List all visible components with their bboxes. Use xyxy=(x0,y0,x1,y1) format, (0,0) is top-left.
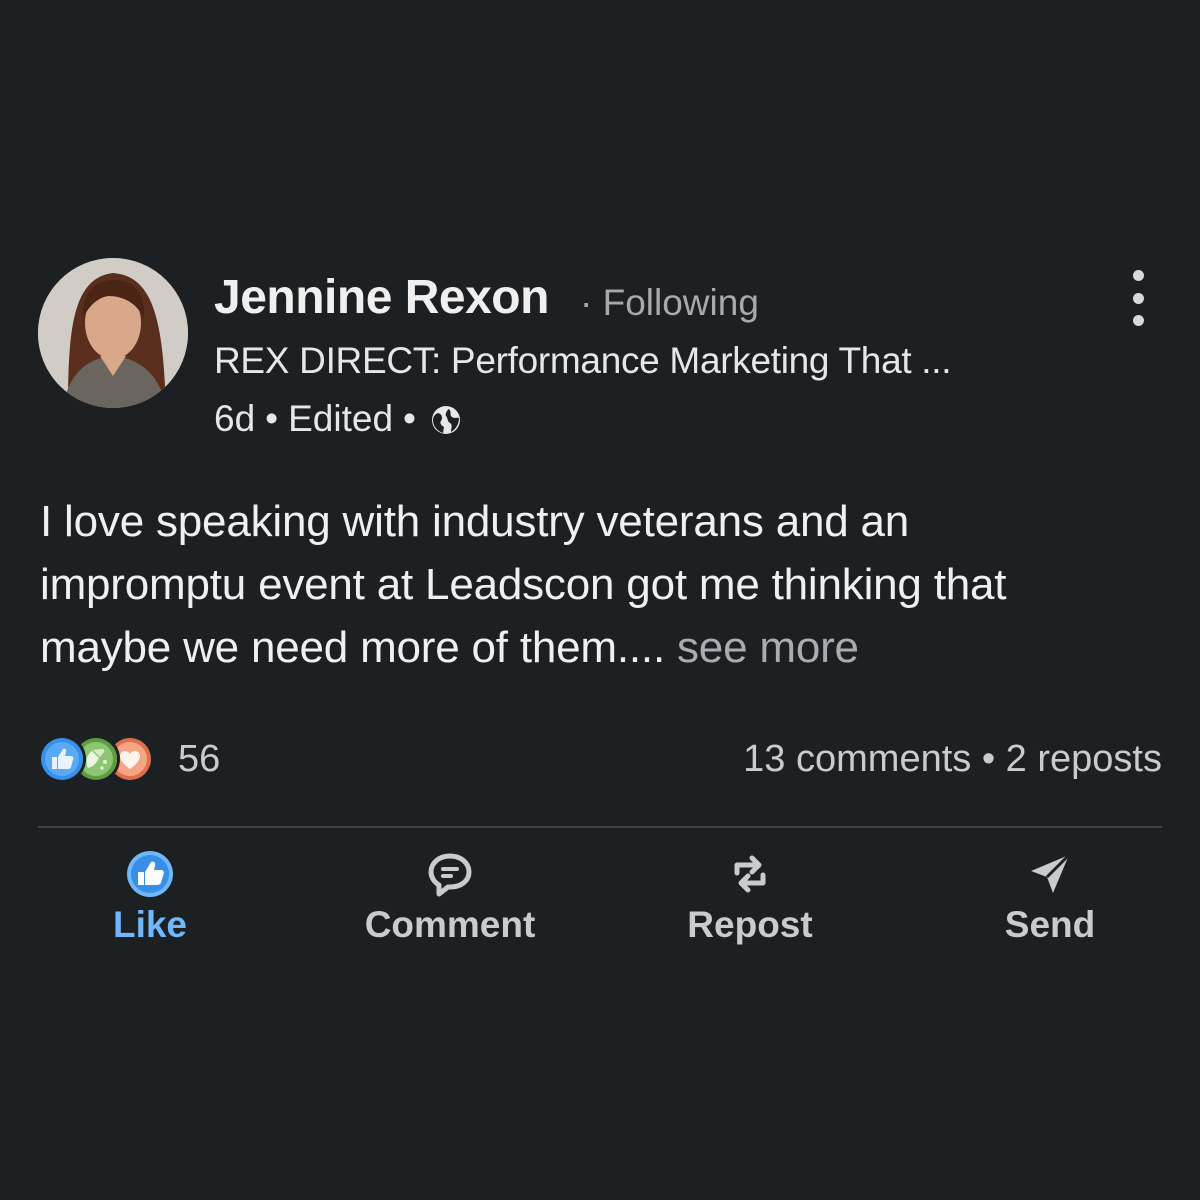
following-label: Following xyxy=(602,282,759,323)
reaction-icons[interactable] xyxy=(38,733,154,785)
post-text-line: impromptu event at Leadscon got me think… xyxy=(40,560,1007,609)
feed-post: Jennine Rexon · Following REX DIRECT: Pe… xyxy=(0,0,1200,1200)
globe-icon xyxy=(430,403,462,435)
see-more-link[interactable]: see more xyxy=(677,623,859,672)
repost-icon xyxy=(722,846,778,902)
follow-status: · Following xyxy=(580,282,759,324)
more-options-icon[interactable] xyxy=(1118,270,1158,326)
repost-button[interactable]: Repost xyxy=(630,846,870,956)
post-meta: 6d • Edited • xyxy=(214,398,462,440)
like-button[interactable]: Like xyxy=(30,846,270,956)
post-text-line: I love speaking with industry veterans a… xyxy=(40,497,910,546)
send-label: Send xyxy=(1004,904,1096,945)
repost-label: Repost xyxy=(687,904,813,945)
comment-label: Comment xyxy=(364,904,536,945)
like-icon xyxy=(122,846,178,902)
meta-separator: • xyxy=(403,398,417,439)
meta-separator: • xyxy=(265,398,279,439)
edited-label: Edited xyxy=(288,398,394,439)
like-reaction-icon xyxy=(38,735,86,783)
post-text-line: maybe we need more of them.... xyxy=(40,623,677,672)
author-avatar[interactable] xyxy=(38,258,188,408)
send-icon xyxy=(1022,846,1078,902)
follow-separator: · xyxy=(580,282,593,323)
author-headline: REX DIRECT: Performance Marketing That .… xyxy=(214,340,952,381)
comments-reposts-stats[interactable]: 13 comments • 2 reposts xyxy=(743,738,1162,781)
post-body: I love speaking with industry veterans a… xyxy=(40,490,1170,679)
send-button[interactable]: Send xyxy=(930,846,1170,956)
divider xyxy=(38,826,1162,828)
author-name[interactable]: Jennine Rexon xyxy=(214,270,549,325)
like-label: Like xyxy=(112,904,188,945)
post-time: 6d xyxy=(214,398,256,439)
comment-icon xyxy=(422,846,478,902)
comment-button[interactable]: Comment xyxy=(330,846,570,956)
post-text-line-last: maybe we need more of them.... see more xyxy=(40,616,1170,679)
reaction-count[interactable]: 56 xyxy=(178,738,220,781)
